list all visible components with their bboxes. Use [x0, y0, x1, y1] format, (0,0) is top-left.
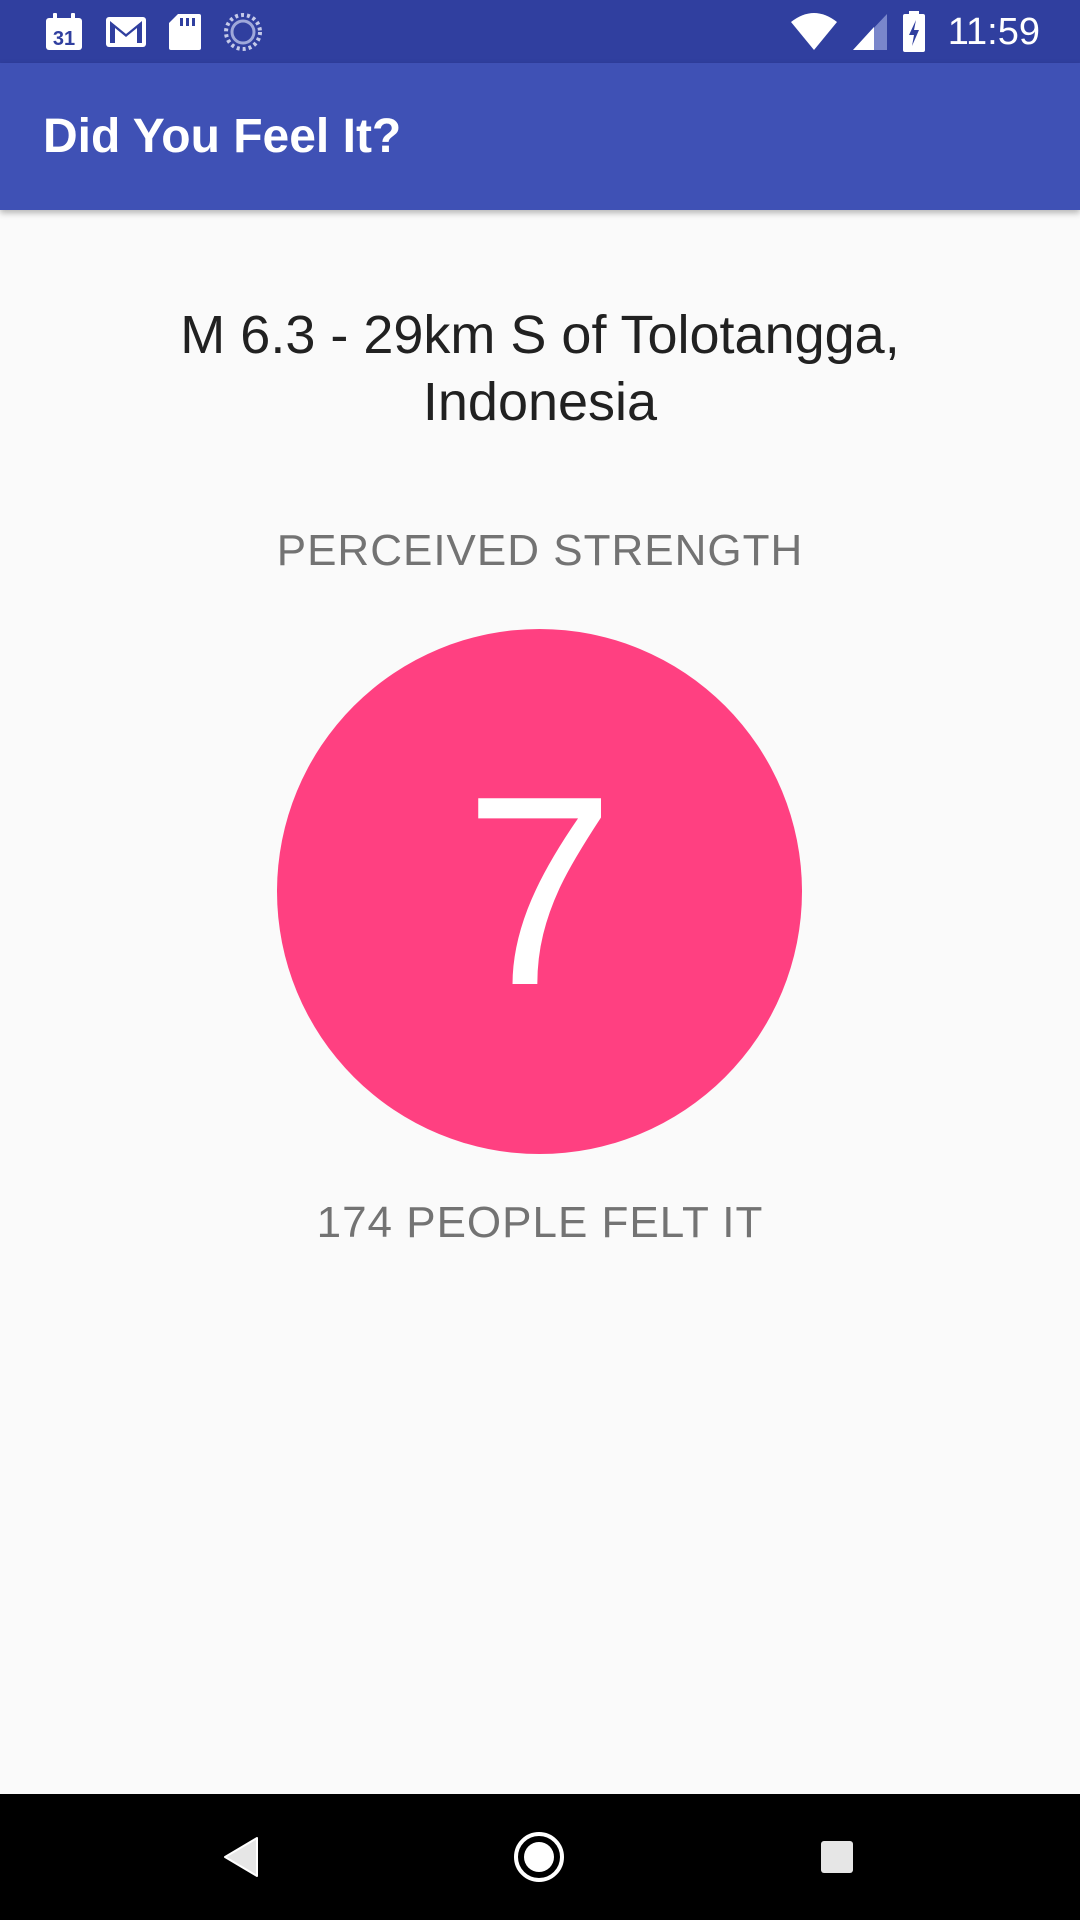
status-time: 11:59 — [947, 10, 1040, 53]
app-title: Did You Feel It? — [43, 110, 402, 163]
calendar-icon: 31 — [44, 12, 84, 52]
perceived-strength-label: PERCEIVED STRENGTH — [276, 526, 804, 575]
perceived-strength-value: 7 — [464, 740, 615, 1042]
battery-charging-icon — [902, 11, 926, 53]
recents-button[interactable] — [807, 1827, 867, 1887]
system-status-icons: 11:59 — [790, 8, 1040, 56]
wifi-icon — [790, 12, 838, 52]
earthquake-title: M 6.3 - 29km S of Tolotangga, Indonesia — [180, 305, 900, 432]
cell-signal-icon — [852, 13, 888, 51]
home-button[interactable] — [509, 1827, 569, 1887]
earthquake-detail: M 6.3 - 29km S of Tolotangga, Indonesia … — [0, 210, 1080, 1794]
sync-progress-icon — [223, 12, 263, 52]
calendar-day: 31 — [53, 28, 75, 50]
status-bar: 31 11:59 — [0, 0, 1080, 63]
gmail-icon — [105, 15, 147, 49]
back-icon — [224, 1837, 258, 1877]
navigation-bar — [0, 1794, 1080, 1920]
perceived-strength-circle: 7 — [277, 629, 802, 1154]
recents-icon — [821, 1841, 853, 1873]
home-icon — [514, 1832, 564, 1882]
sd-card-icon — [168, 13, 202, 51]
notification-icons: 31 — [44, 8, 284, 56]
app-bar: Did You Feel It? — [0, 63, 1080, 210]
back-button[interactable] — [211, 1827, 271, 1887]
felt-reports-count: 174 PEOPLE FELT IT — [316, 1198, 764, 1247]
